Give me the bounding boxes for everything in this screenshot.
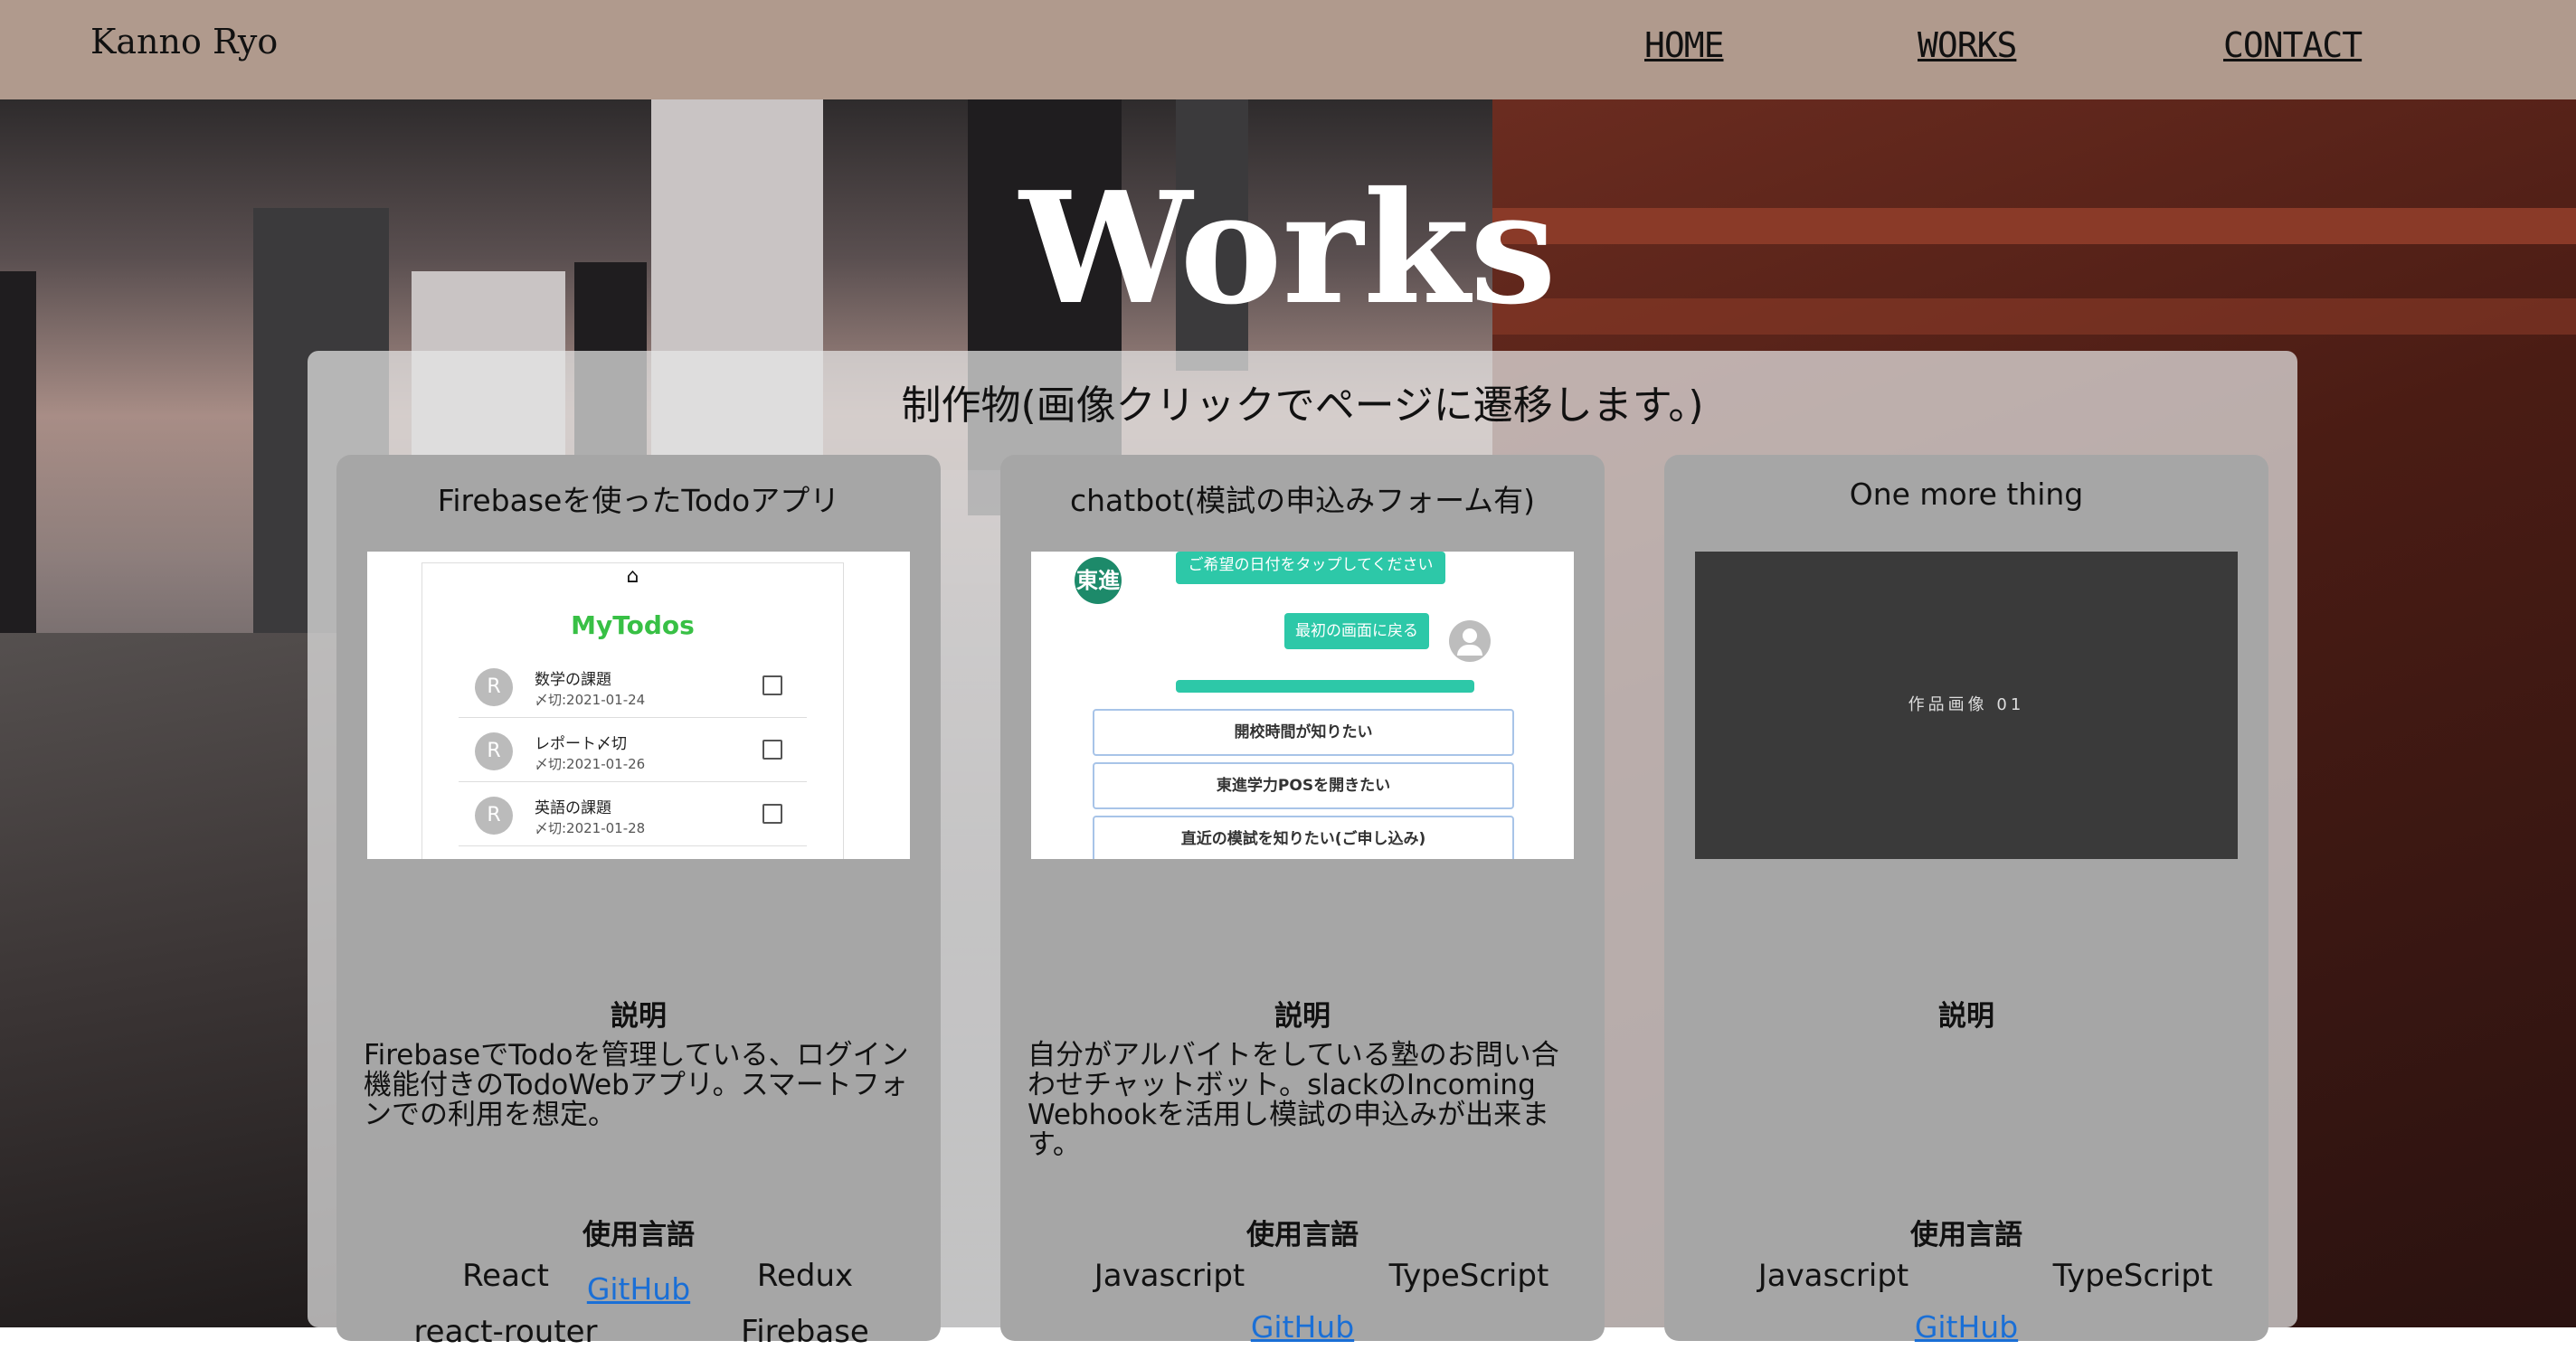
site-header: Kanno Ryo HOME WORKS CONTACT [0, 0, 2576, 99]
site-logo[interactable]: Kanno Ryo [90, 22, 278, 61]
placeholder-text: 作品画像 01 [1908, 695, 2025, 714]
todo-item-name: レポート〆切 [535, 735, 627, 753]
chat-bubble: ご希望の日付をタップしてください [1176, 552, 1445, 584]
language-tag: TypeScript [1388, 1258, 1549, 1294]
work-card-todo: Firebaseを使ったTodoアプリ ⌂ MyTodos R 数学の課題 〆切… [336, 455, 941, 1350]
panel-heading: 制作物(画像クリックでページに遷移します。) [901, 382, 1704, 429]
work-card-chatbot: chatbot(模試の申込みフォーム有) 東進 ご希望の日付をタップしてください… [1000, 455, 1605, 1345]
checkbox-icon [762, 675, 782, 695]
language-tag: Javascript [1757, 1258, 1909, 1294]
chat-option-button: 開校時間が知りたい [1093, 709, 1514, 756]
todo-item-date: 〆切:2021-01-26 [535, 756, 646, 772]
language-tag: Javascript [1094, 1258, 1245, 1294]
nav-home-link[interactable]: HOME [1644, 25, 1725, 65]
work-thumbnail-chatbot[interactable]: 東進 ご希望の日付をタップしてください 最初の画面に戻る 開校時間が知りたい 東… [1031, 552, 1574, 859]
todo-app-title: MyTodos [571, 610, 695, 640]
avatar-icon: R [475, 732, 513, 770]
checkbox-icon [762, 740, 782, 760]
todo-item: R 数学の課題 〆切:2021-01-24 [459, 654, 807, 718]
card-title: One more thing [1849, 477, 2084, 512]
description-label: 説明 [1274, 1000, 1331, 1033]
languages-label: 使用言語 [1910, 1219, 2022, 1251]
work-card-placeholder: One more thing 作品画像 01 説明 使用言語 Javascrip… [1664, 455, 2268, 1345]
avatar-icon: R [475, 668, 513, 706]
todo-item: R 英語の課題 〆切:2021-01-28 [459, 782, 807, 846]
checkbox-icon [762, 804, 782, 824]
todo-item: R レポート〆切 〆切:2021-01-26 [459, 718, 807, 782]
chat-option-button: 直近の模試を知りたい(ご申し込み) [1093, 816, 1514, 859]
languages-label: 使用言語 [582, 1219, 695, 1251]
avatar-icon: R [475, 797, 513, 835]
github-link[interactable]: GitHub [336, 1271, 941, 1307]
nav-works-link[interactable]: WORKS [1918, 25, 2017, 65]
language-tag: react-router [413, 1314, 598, 1350]
card-title: chatbot(模試の申込みフォーム有) [1069, 483, 1536, 518]
language-tag: TypeScript [2052, 1258, 2213, 1294]
todo-item-date: 〆切:2021-01-28 [535, 820, 646, 836]
toshin-logo: 東進 [1075, 557, 1122, 604]
works-panel: 制作物(画像クリックでページに遷移します。) Firebaseを使ったTodoア… [308, 351, 2297, 1350]
work-description: FirebaseでTodoを管理している、ログイン機能付きのTodoWebアプリ… [364, 1039, 909, 1131]
languages-label: 使用言語 [1246, 1219, 1359, 1251]
todo-item-date: 〆切:2021-01-24 [535, 692, 646, 708]
home-icon: ⌂ [626, 565, 639, 588]
work-thumbnail-todo[interactable]: ⌂ MyTodos R 数学の課題 〆切:2021-01-24 R レポート〆切… [367, 552, 910, 859]
todo-app-frame: ⌂ MyTodos R 数学の課題 〆切:2021-01-24 R レポート〆切… [421, 562, 844, 859]
chat-option-button: 東進学力POSを開きたい [1093, 762, 1514, 809]
work-thumbnail-placeholder[interactable]: 作品画像 01 [1695, 552, 2238, 859]
chat-bubble-partial [1176, 680, 1474, 693]
card-title: Firebaseを使ったTodoアプリ [437, 483, 840, 518]
description-label: 説明 [611, 1000, 667, 1033]
nav-contact-link[interactable]: CONTACT [2223, 25, 2363, 65]
user-icon [1449, 620, 1491, 662]
chat-bubble: 最初の画面に戻る [1284, 613, 1429, 649]
language-tag: Firebase [741, 1314, 869, 1350]
todo-item-name: 数学の課題 [535, 671, 611, 689]
todo-item-name: 英語の課題 [535, 799, 611, 817]
page-title: Works [1019, 158, 1557, 339]
description-label: 説明 [1938, 1000, 1994, 1033]
work-description: 自分がアルバイトをしている塾のお問い合わせチャットボット。slackのIncom… [1028, 1039, 1559, 1161]
